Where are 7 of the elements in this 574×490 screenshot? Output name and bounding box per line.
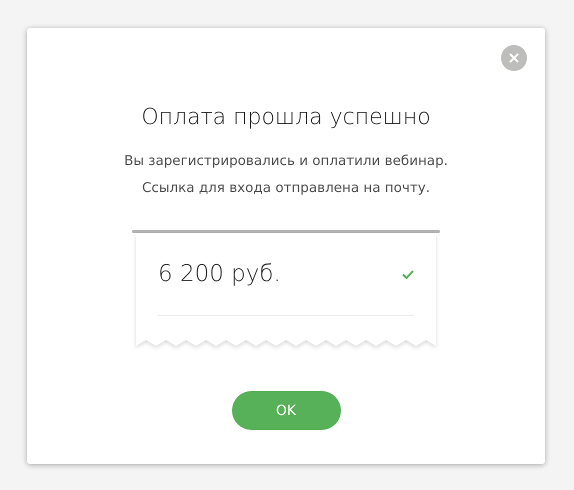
close-icon <box>509 53 519 63</box>
close-button[interactable] <box>501 45 527 71</box>
message-text: Ссылка для входа отправлена на почту. <box>140 179 431 198</box>
amount-text: 6 200 руб. <box>158 261 281 287</box>
dialog-title: Оплата прошла успешно <box>141 104 431 132</box>
ok-button[interactable]: OK <box>232 391 340 430</box>
message-text: Вы зарегистрировались и оплатили вебинар. <box>124 152 448 171</box>
